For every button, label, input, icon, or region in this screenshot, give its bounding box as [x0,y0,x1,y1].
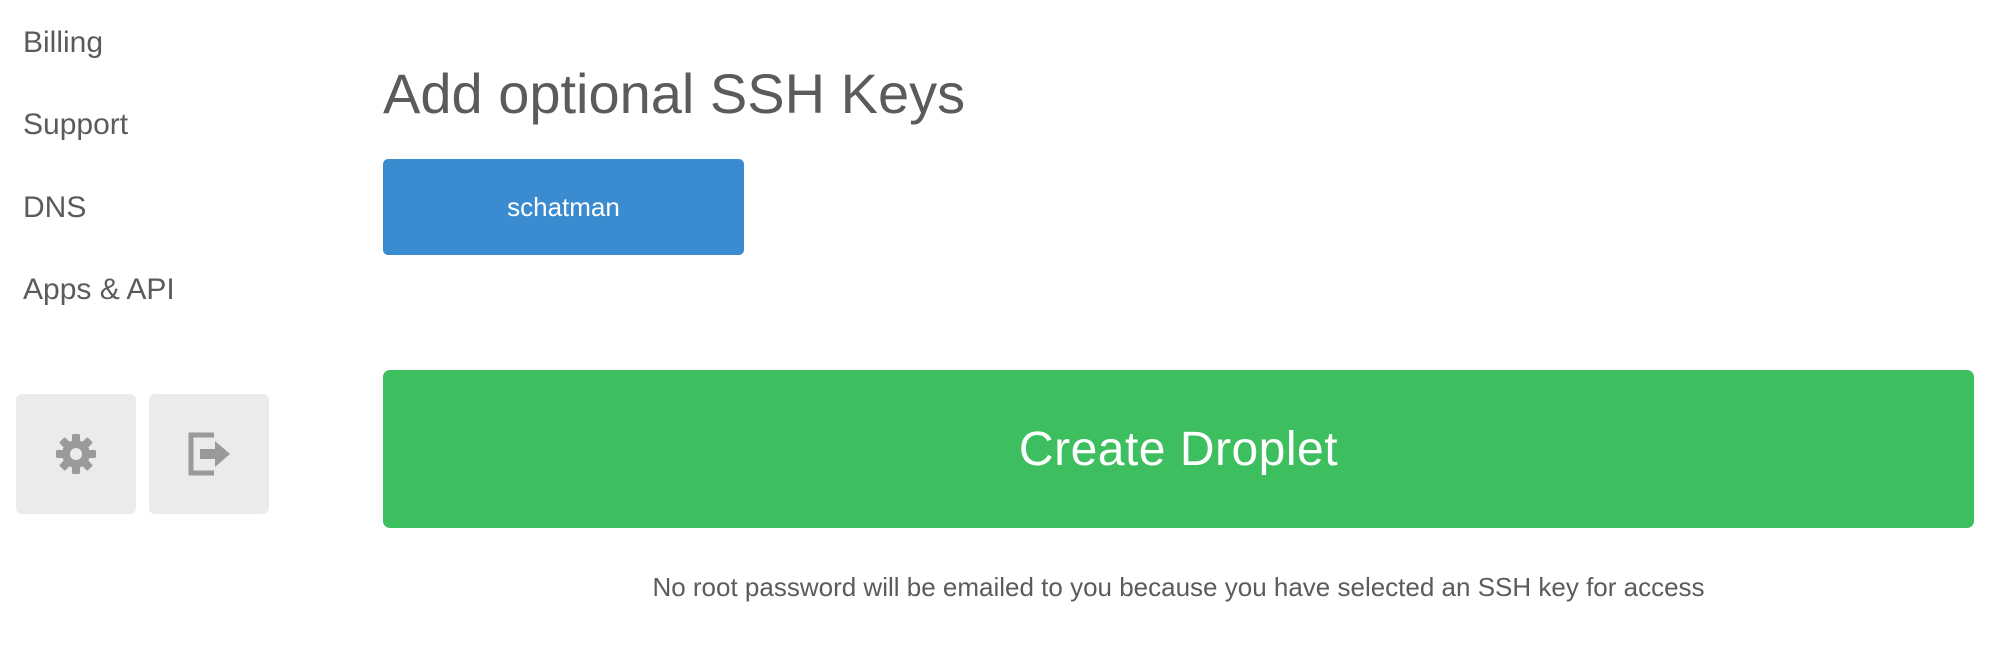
logout-button[interactable] [149,394,269,514]
gear-icon [54,432,98,476]
sidebar-item-label: DNS [23,191,87,224]
sidebar-item-label: Support [23,108,129,141]
create-droplet-button[interactable]: Create Droplet [383,370,1974,528]
sidebar-item-billing[interactable]: Billing [23,25,103,61]
ssh-password-note: No root password will be emailed to you … [652,572,1705,602]
sidebar-item-label: Billing [23,26,104,59]
sidebar: Billing Support DNS Apps & API [0,0,300,668]
settings-button[interactable] [16,394,136,514]
page: Billing Support DNS Apps & API Add optio… [0,0,2012,668]
sidebar-item-apps-api[interactable]: Apps & API [23,272,175,308]
section-title: Add optional SSH Keys [383,62,966,125]
sidebar-item-dns[interactable]: DNS [23,190,86,226]
logout-icon [186,431,232,477]
ssh-key-label: schatman [507,191,620,222]
ssh-key-option-schatman[interactable]: schatman [383,159,744,255]
sidebar-item-support[interactable]: Support [23,107,128,143]
sidebar-item-label: Apps & API [23,273,175,306]
create-droplet-label: Create Droplet [1018,422,1339,476]
